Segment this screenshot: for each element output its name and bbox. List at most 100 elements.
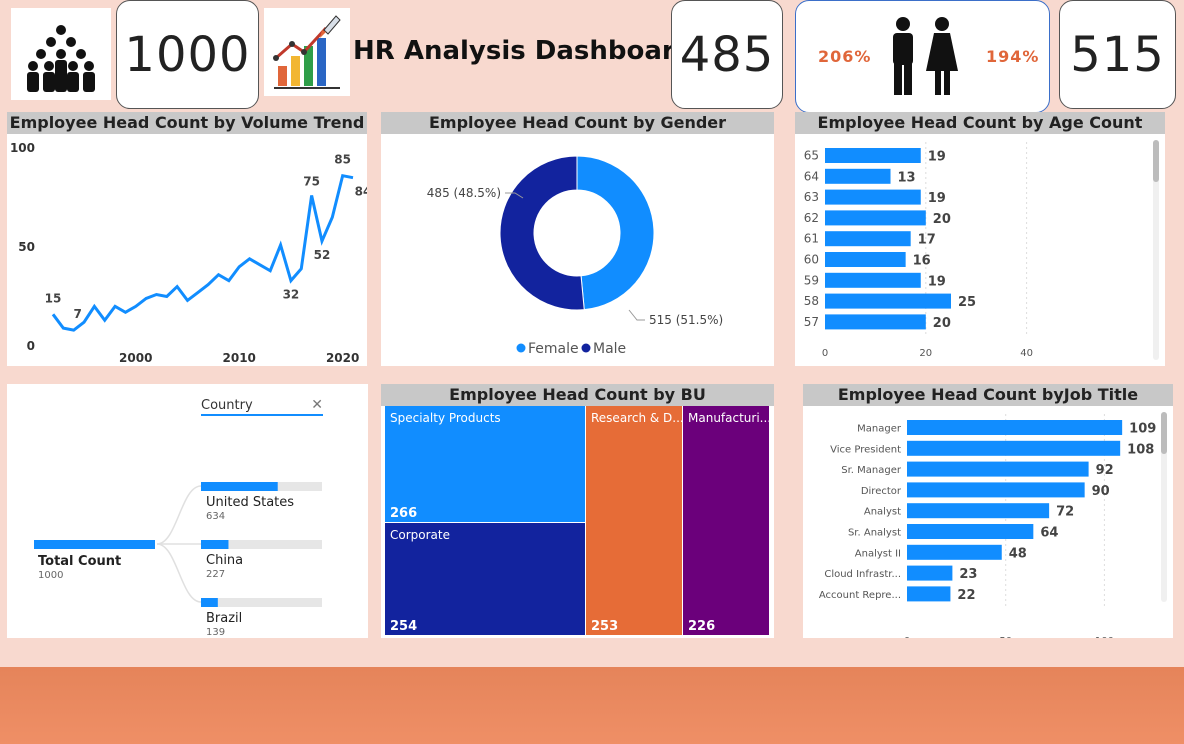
data-label: 19 — [928, 274, 946, 289]
bar — [825, 148, 921, 163]
category-label: 59 — [804, 273, 819, 287]
treemap-tile — [586, 406, 682, 635]
data-label: 90 — [1092, 484, 1110, 499]
data-label: 20 — [933, 316, 951, 331]
gender-panel: Employee Head Count by Gender 485 (48.5%… — [381, 112, 774, 366]
legend-marker — [581, 343, 591, 353]
data-label: 85 — [334, 153, 351, 167]
tile-value: 253 — [591, 619, 618, 634]
bar — [907, 565, 953, 581]
data-label: 16 — [913, 254, 931, 269]
node-label: China — [206, 553, 243, 568]
bu-panel: Employee Head Count by BU Specialty Prod… — [381, 384, 774, 638]
legend-marker — [516, 343, 526, 353]
data-label: 64 — [1040, 526, 1058, 541]
x-tick-label: 2020 — [326, 351, 359, 365]
bar — [907, 524, 1034, 539]
bar — [825, 314, 926, 330]
category-label: Analyst — [864, 507, 901, 518]
x-tick-label: 2010 — [223, 351, 256, 365]
data-label: 72 — [1056, 505, 1074, 520]
data-label: 19 — [928, 191, 946, 206]
total-employees-kpi: 1000 — [116, 0, 259, 109]
bar — [825, 189, 921, 205]
legend-label: Male — [593, 341, 626, 357]
tile-label: Specialty Products — [390, 411, 501, 425]
female-slice-label: 485 (48.5%) — [427, 186, 501, 200]
tile-value: 254 — [390, 619, 417, 634]
y-tick-label: 100 — [10, 141, 35, 155]
tile-label: Manufacturi... — [688, 411, 771, 425]
tile-label: Research & D... — [591, 411, 684, 425]
age-panel: Employee Head Count by Age Count 0 20 40 65… — [795, 112, 1165, 366]
age-bar-chart: 0 20 40 65 19 64 13 63 19 62 20 61 17 60 16 59 19 58 25 57 2… — [804, 140, 1159, 360]
job-panel: Employee Head Count byJob Title 0 50 100 Ma… — [803, 384, 1173, 638]
x-tick-label: 50 — [999, 636, 1012, 638]
root-label: Total Count — [38, 554, 121, 569]
data-label: 7 — [74, 307, 82, 321]
data-label: 22 — [957, 588, 975, 603]
data-label: 13 — [898, 170, 916, 185]
data-label: 20 — [933, 212, 951, 227]
root-bar — [34, 540, 155, 549]
bar — [907, 586, 951, 602]
data-label: 17 — [918, 233, 936, 248]
category-label: 62 — [804, 211, 819, 225]
treemap-tile — [683, 406, 769, 635]
x-tick-label: 0 — [822, 348, 828, 359]
country-tree-panel: Country ✕ Total Count 1000 United States 63… — [7, 384, 368, 638]
node-label: United States — [206, 495, 294, 510]
y-tick-label: 0 — [27, 339, 35, 353]
category-label: 64 — [804, 169, 819, 183]
male-slice-label: 515 (51.5%) — [649, 313, 723, 327]
category-label: Sr. Manager — [841, 465, 902, 476]
x-tick-label: 20 — [919, 348, 932, 359]
bar — [825, 272, 921, 288]
bar — [907, 482, 1085, 498]
male-label-leader — [628, 309, 645, 321]
country-slicer[interactable]: Country ✕ — [201, 397, 323, 416]
job-title: Employee Head Count byJob Title — [803, 384, 1173, 406]
data-label: 52 — [314, 248, 331, 262]
job-bar-chart: 0 50 100 Manager 109 Vice President 108 Sr. Man… — [819, 412, 1167, 638]
category-label: 57 — [804, 315, 819, 329]
category-label: Manager — [857, 424, 902, 435]
female-pct-label: 206% — [818, 47, 872, 66]
dashboard-title: HR Analysis Dashboard — [353, 36, 694, 66]
data-label: 15 — [45, 291, 62, 305]
category-label: 60 — [804, 253, 819, 267]
tree-connector — [156, 543, 202, 603]
bar — [907, 461, 1089, 477]
trend-line — [51, 173, 354, 332]
category-label: Cloud Infrastr... — [824, 569, 901, 580]
footer-band — [0, 667, 1184, 744]
data-label: 48 — [1009, 546, 1027, 561]
category-label: Analyst II — [855, 548, 901, 559]
data-label: 84 — [355, 185, 367, 199]
country-tree-chart: Total Count1000 United States634 China227 B… — [34, 482, 322, 638]
category-label: 65 — [804, 149, 819, 163]
data-label: 92 — [1096, 463, 1114, 478]
volume-trend-title: Employee Head Count by Volume Trend — [7, 112, 367, 134]
node-value: 139 — [206, 627, 225, 638]
data-label: 109 — [1129, 422, 1156, 437]
y-tick-label: 50 — [18, 240, 35, 254]
gender-title: Employee Head Count by Gender — [381, 112, 774, 134]
gender-donut-chart: 485 (48.5%) 515 (51.5%) Female Male — [427, 155, 723, 357]
bar — [825, 210, 926, 226]
category-label: 61 — [804, 232, 819, 246]
data-label: 19 — [928, 150, 946, 165]
male-count-kpi: 515 — [1059, 0, 1176, 109]
x-tick-label: 2000 — [119, 351, 152, 365]
node-value: 634 — [206, 511, 225, 522]
x-tick-label: 0 — [904, 636, 910, 638]
age-title: Employee Head Count by Age Count — [795, 112, 1165, 134]
male-female-icon — [880, 15, 966, 99]
bu-title: Employee Head Count by BU — [381, 384, 774, 406]
people-group-icon — [11, 8, 111, 100]
close-icon[interactable]: ✕ — [311, 397, 323, 413]
bar — [907, 544, 1002, 560]
bar — [907, 420, 1123, 435]
tile-label: Corporate — [390, 528, 450, 542]
female-count-kpi: 485 — [671, 0, 783, 109]
